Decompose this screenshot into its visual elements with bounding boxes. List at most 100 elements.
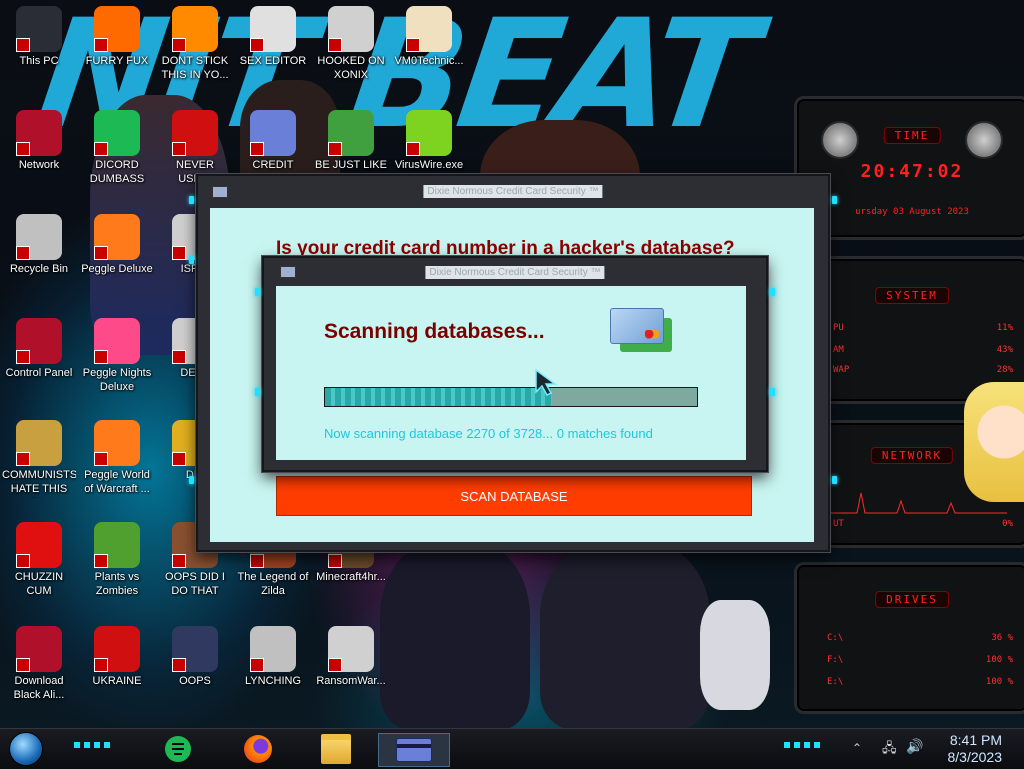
- gadget-date-value: ursday 03 August 2023: [855, 207, 969, 217]
- taskbar-app-explorer[interactable]: [316, 733, 356, 765]
- desktop-icon[interactable]: BE JUST LIKE: [314, 110, 388, 172]
- frame-led: [832, 476, 837, 484]
- desktop-icon[interactable]: Network: [2, 110, 76, 172]
- gadget-row-label: PU: [833, 323, 844, 333]
- recycle-bin-icon: [16, 214, 62, 260]
- scan-progress-bar: [324, 387, 698, 407]
- gadget-time-value: 20:47:02: [860, 161, 964, 182]
- window-title: Dixie Normous Credit Card Security ™: [423, 185, 603, 198]
- xonix-icon: [328, 6, 374, 52]
- volume-tray-icon[interactable]: 🔊: [906, 738, 923, 755]
- shortcut-arrow-icon: [94, 452, 108, 466]
- shortcut-arrow-icon: [172, 142, 186, 156]
- clock-date: 8/3/2023: [947, 749, 1003, 765]
- shortcut-arrow-icon: [172, 246, 186, 260]
- desktop-icon[interactable]: VM0Technic...: [392, 6, 466, 68]
- desktop-icon[interactable]: Peggle Nights Deluxe: [80, 318, 154, 394]
- shortcut-arrow-icon: [250, 554, 264, 568]
- desktop-icon[interactable]: DICORD DUMBASS: [80, 110, 154, 186]
- desktop-icon[interactable]: DONT STICK THIS IN YO...: [158, 6, 232, 82]
- taskbar-app-firefox[interactable]: [238, 733, 278, 765]
- clock-time: 8:41 PM: [949, 732, 1002, 748]
- peggle-icon: [94, 214, 140, 260]
- money-bag-icon: [16, 420, 62, 466]
- frame-led: [832, 196, 837, 204]
- scanning-dialog[interactable]: Dixie Normous Credit Card Security ™ Sca…: [255, 256, 775, 472]
- desktop-icon[interactable]: Peggle Deluxe: [80, 214, 154, 276]
- frame-led: [770, 288, 775, 296]
- credit-card-icon: [396, 738, 432, 762]
- shortcut-arrow-icon: [250, 38, 264, 52]
- desktop-icon[interactable]: RansomWar...: [314, 626, 388, 688]
- gadget-row: WAP 28%: [833, 365, 1013, 375]
- control-panel-icon: [16, 318, 62, 364]
- desktop-icon-label: Network: [18, 159, 60, 171]
- desktop-icon-label: BE JUST LIKE: [315, 159, 387, 171]
- desktop-icon-label: Minecraft4hr...: [316, 571, 386, 583]
- shortcut-arrow-icon: [406, 38, 420, 52]
- desktop-icon[interactable]: VirusWire.exe: [392, 110, 466, 172]
- taskbar-led-group: [784, 742, 824, 748]
- start-button[interactable]: [6, 732, 46, 766]
- desktop-icon[interactable]: Control Panel: [2, 318, 76, 380]
- desktop-icon[interactable]: Recycle Bin: [2, 214, 76, 276]
- desktop-icon[interactable]: This PC: [2, 6, 76, 68]
- gadget-row-label: WAP: [833, 365, 850, 375]
- speech-icon: [94, 110, 140, 156]
- desktop-icon[interactable]: LYNCHING: [236, 626, 310, 688]
- notification-chevron-icon[interactable]: ⌃: [852, 741, 862, 755]
- frame-led: [189, 196, 194, 204]
- desktop-icon[interactable]: SEX EDITOR: [236, 6, 310, 68]
- plant-icon: [94, 522, 140, 568]
- gadget-row: UT 0%: [833, 519, 1013, 529]
- shortcut-arrow-icon: [16, 38, 30, 52]
- desktop-icon[interactable]: HOOKED ON XONIX: [314, 6, 388, 82]
- gadget-row-label: E:\: [827, 677, 844, 687]
- noose-icon: [250, 626, 296, 672]
- desktop-icon[interactable]: OOPS: [158, 626, 232, 688]
- shortcut-arrow-icon: [328, 142, 342, 156]
- desktop-icon-label: LYNCHING: [244, 675, 302, 687]
- computer-icon: [16, 6, 62, 52]
- desktop-icon[interactable]: Plants vs Zombies: [80, 522, 154, 598]
- peggle-icon: [94, 318, 140, 364]
- wallpaper-figure: [540, 540, 710, 730]
- desktop-icon-label: HOOKED ON XONIX: [317, 55, 385, 81]
- desktop-icon-label: Peggle Nights Deluxe: [82, 367, 152, 393]
- desktop-icon[interactable]: Download Black Ali...: [2, 626, 76, 702]
- desktop-icon-label: OOPS: [179, 675, 211, 687]
- taskbar-app-chat[interactable]: [158, 733, 198, 765]
- hxd-icon: [250, 6, 296, 52]
- shortcut-arrow-icon: [172, 38, 186, 52]
- peggle-icon: [94, 420, 140, 466]
- shortcut-arrow-icon: [172, 554, 186, 568]
- shortcut-arrow-icon: [94, 350, 108, 364]
- shortcut-arrow-icon: [16, 658, 30, 672]
- desktop-icon[interactable]: UKRAINE: [80, 626, 154, 688]
- taskbar-clock[interactable]: 8:41 PM 8/3/2023: [948, 732, 1003, 766]
- network-tray-icon[interactable]: 🖧: [882, 739, 897, 761]
- mouse-cursor-icon: [535, 368, 558, 396]
- credit-card-icon: [610, 308, 674, 352]
- desktop-icon[interactable]: COMMUNISTS HATE THIS G...: [2, 420, 76, 498]
- gadget-row-label: F:\: [827, 655, 844, 665]
- desktop-icon[interactable]: FURRY FUX: [80, 6, 154, 68]
- wallpaper-figure: [380, 540, 530, 730]
- shortcut-arrow-icon: [94, 142, 108, 156]
- shortcut-arrow-icon: [250, 658, 264, 672]
- santa-icon: [328, 110, 374, 156]
- desktop-icon[interactable]: Peggle World of Warcraft ...: [80, 420, 154, 496]
- alien-head-icon: [965, 121, 1003, 159]
- frame-led: [255, 288, 260, 296]
- desktop-icon-label: COMMUNISTS HATE THIS G...: [2, 469, 76, 498]
- gadget-row-value: 43%: [996, 345, 1013, 355]
- scan-database-button[interactable]: SCAN DATABASE: [276, 476, 752, 516]
- desktop-icon-label: RansomWar...: [316, 675, 386, 687]
- taskbar-app-credit-card[interactable]: [378, 733, 450, 767]
- gadget-row-label: AM: [833, 345, 844, 355]
- desktop-icon[interactable]: CHUZZIN CUM: [2, 522, 76, 598]
- shortcut-arrow-icon: [94, 38, 108, 52]
- scan-progress-fill: [325, 388, 552, 406]
- wallpaper-figure: [700, 600, 770, 710]
- shortcut-arrow-icon: [16, 246, 30, 260]
